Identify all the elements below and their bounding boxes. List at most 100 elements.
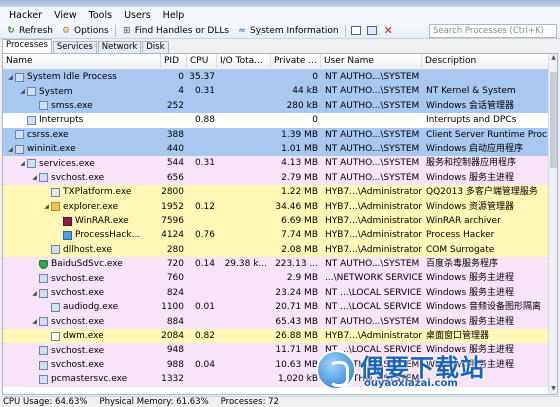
tab-bar: Processes Services Network Disk xyxy=(0,39,560,53)
menu-view[interactable]: View xyxy=(49,9,82,22)
tree-collapse-icon[interactable]: ◢ xyxy=(19,88,26,95)
pid-cell: 280 xyxy=(166,244,184,255)
vertical-scrollbar[interactable]: ▲ ▼ xyxy=(548,54,557,394)
pid-cell: 884 xyxy=(166,316,184,327)
table-row[interactable]: ◢ svchost.exe 884 65.43 MB NT AUTHO...\SYSTE… xyxy=(3,314,549,330)
window-icon[interactable] xyxy=(350,26,361,35)
table-row[interactable]: svchost.exe 760 2.9 MB ...\NETWORK SERVICE W… xyxy=(3,271,549,286)
column-private-bytes[interactable]: Private ... xyxy=(271,54,321,70)
column-cpu[interactable]: CPU xyxy=(187,54,217,70)
tree-collapse-icon[interactable]: ◢ xyxy=(7,74,14,81)
refresh-button[interactable]: ↻ Refresh xyxy=(2,23,57,38)
io-total-cell xyxy=(217,372,267,386)
cpu-cell xyxy=(187,185,215,199)
table-row[interactable]: csrss.exe 388 1.39 MB NT AUTHO...\SYSTEM Cli… xyxy=(3,127,549,142)
table-row[interactable]: ◢ System Idle Process 0 35.37 0 NT AUTHO...\S… xyxy=(3,70,549,85)
column-pid[interactable]: PID xyxy=(161,54,187,70)
table-row[interactable]: dllhost.exe 280 2.08 MB HYB7...\Administrat… xyxy=(3,242,549,258)
toolbar: ↻ Refresh ⚙ Options ⊞ Find Handles or DL… xyxy=(0,23,560,39)
private-bytes-cell: 1.39 MB xyxy=(281,129,318,140)
options-button[interactable]: ⚙ Options xyxy=(57,23,113,38)
process-app-icon xyxy=(15,72,24,82)
description-cell xyxy=(424,372,549,386)
process-name-cell: svchost.exe xyxy=(3,271,161,285)
menu-hacker[interactable]: Hacker xyxy=(4,9,47,22)
table-row[interactable]: Interrupts 0.88 0 Interrupts and DPCs xyxy=(3,113,549,128)
private-bytes-cell: 2.79 MB xyxy=(281,172,318,183)
table-row[interactable]: TXPlatform.exe 2800 1.22 MB HYB7...\Adminis… xyxy=(3,185,549,200)
tree-collapse-icon[interactable]: ◢ xyxy=(43,203,50,210)
cpu-cell xyxy=(187,372,215,386)
pid-cell: 4 xyxy=(178,86,184,97)
process-name: svchost.exe xyxy=(51,288,105,299)
table-row[interactable]: ◢ wininit.exe 440 1.01 MB NT AUTHO...\SYSTEM… xyxy=(3,141,549,157)
process-name: explorer.exe xyxy=(63,201,119,212)
process-app-icon xyxy=(51,302,60,312)
table-row[interactable]: ◢ services.exe 544 0.31 4.13 MB NT AUTHO...\S… xyxy=(3,156,549,171)
process-app-icon xyxy=(15,130,24,140)
table-row[interactable]: ◢ explorer.exe 1952 0.12 34.46 MB HYB7...\Adm… xyxy=(3,199,549,214)
process-name-cell: ◢ explorer.exe xyxy=(3,200,161,214)
table-row[interactable]: svchost.exe 948 11.71 MB NT ...\LOCAL SERVI… xyxy=(3,343,549,358)
table-row[interactable]: ◢ svchost.exe 656 2.79 MB NT AUTHO...\SYSTEM… xyxy=(3,170,549,186)
column-io-total[interactable]: I/O Tota... xyxy=(217,54,271,70)
options-label: Options xyxy=(74,25,109,36)
io-total-cell xyxy=(217,200,267,214)
io-total-cell xyxy=(217,142,267,156)
scroll-up-icon[interactable]: ▲ xyxy=(549,54,557,63)
close-icon[interactable]: ✕ xyxy=(384,24,393,37)
menu-users[interactable]: Users xyxy=(119,9,156,22)
table-row[interactable]: svchost.exe 988 0.04 10.63 MB NT AUTHO...\SY… xyxy=(3,357,549,373)
process-name: svchost.exe xyxy=(51,172,105,183)
process-dwm-icon xyxy=(51,331,60,341)
process-name-cell: WinRAR.exe xyxy=(3,214,161,228)
tab-network[interactable]: Network xyxy=(97,41,142,53)
table-row[interactable]: WinRAR.exe 7596 6.69 MB HYB7...\Administrat… xyxy=(3,213,549,229)
search-input[interactable] xyxy=(429,24,557,38)
description-cell: WinRAR archiver xyxy=(426,215,501,226)
menu-tools[interactable]: Tools xyxy=(84,9,117,22)
process-name: csrss.exe xyxy=(27,129,69,140)
process-name-cell: smss.exe xyxy=(3,99,161,113)
tree-collapse-icon[interactable]: ◢ xyxy=(31,318,38,325)
tab-processes[interactable]: Processes xyxy=(2,39,52,53)
column-name[interactable]: Name xyxy=(3,54,161,70)
table-row[interactable]: BaiduSdSvc.exe 720 0.14 29.38 k... 223.13 ..… xyxy=(3,257,549,272)
tab-services[interactable]: Services xyxy=(52,41,97,53)
table-row[interactable]: ProcessHack... 4124 0.76 7.74 MB HYB7...\Adm… xyxy=(3,228,549,243)
io-total-cell xyxy=(217,84,267,98)
scrollbar-thumb[interactable] xyxy=(550,72,557,168)
pid-cell: 4124 xyxy=(161,230,184,241)
io-total-cell xyxy=(217,271,267,285)
chart-icon: ≈ xyxy=(238,25,246,36)
table-row[interactable]: pcmastersvc.exe 1332 1,020 kB NT AUTHO...\S… xyxy=(3,372,549,387)
tree-collapse-icon[interactable]: ◢ xyxy=(19,160,26,167)
process-name-cell: svchost.exe xyxy=(3,343,161,357)
tree-collapse-icon[interactable]: ◢ xyxy=(31,174,38,181)
process-name: TXPlatform.exe xyxy=(63,187,132,198)
io-total-cell: 29.38 k... xyxy=(224,259,267,270)
menu-help[interactable]: Help xyxy=(158,9,190,22)
find-handles-button[interactable]: ⊞ Find Handles or DLLs xyxy=(118,23,233,38)
table-row[interactable]: ◢ System 4 0.31 44 kB NT AUTHO...\SYSTEM NT Ke… xyxy=(3,84,549,99)
private-bytes-cell: 1.22 MB xyxy=(281,187,318,198)
io-total-cell xyxy=(217,99,267,113)
table-row[interactable]: audiodg.exe 1100 0.01 20.71 MB NT ...\LOCAL … xyxy=(3,300,549,315)
system-information-button[interactable]: ≈ System Information xyxy=(233,23,343,38)
cpu-cell xyxy=(187,128,215,142)
column-description[interactable]: Description xyxy=(422,54,549,70)
scroll-down-icon[interactable]: ▼ xyxy=(549,385,557,394)
table-row[interactable]: dwm.exe 2084 0.82 26.88 MB HYB7...\Administr… xyxy=(3,329,549,344)
process-app-icon xyxy=(39,101,48,111)
tree-collapse-icon[interactable]: ◢ xyxy=(31,290,38,297)
column-user-name[interactable]: User Name xyxy=(321,54,422,70)
tab-disk[interactable]: Disk xyxy=(142,41,169,53)
pid-cell: 824 xyxy=(166,287,184,298)
cpu-cell xyxy=(187,171,215,185)
window-target-icon[interactable] xyxy=(366,26,377,35)
table-row[interactable]: smss.exe 252 280 kB NT AUTHO...\SYSTEM Windo… xyxy=(3,98,549,114)
table-row[interactable]: ◢ svchost.exe 824 23.24 MB NT ...\LOCAL SERV… xyxy=(3,285,549,301)
pid-cell: 760 xyxy=(166,273,184,284)
tree-collapse-icon[interactable]: ◢ xyxy=(7,146,14,153)
